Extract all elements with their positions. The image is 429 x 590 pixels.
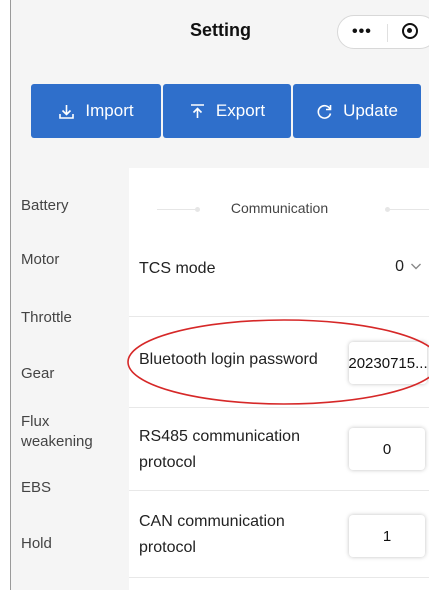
rs485-label-line2: protocol — [139, 454, 196, 471]
tcs-mode-label: TCS mode — [139, 260, 216, 277]
chevron-down-icon[interactable] — [410, 259, 422, 273]
export-button[interactable]: Export — [163, 84, 291, 138]
capsule-divider — [387, 24, 388, 42]
upload-icon — [190, 103, 204, 118]
sidebar-item-throttle[interactable]: Throttle — [21, 308, 72, 328]
can-label-line2: protocol — [139, 539, 196, 556]
rs485-protocol-label: RS485 communication protocol — [139, 426, 300, 474]
settings-content: Communication TCS mode 0 Bluetooth login… — [129, 168, 429, 590]
sidebar-item-flux-weakening[interactable]: Flux weakening — [21, 412, 93, 452]
import-label: Import — [85, 101, 134, 120]
sidebar-item-battery[interactable]: Battery — [21, 196, 69, 216]
more-dots-icon[interactable]: ••• — [352, 23, 372, 41]
rs485-protocol-input[interactable]: 0 — [349, 428, 425, 470]
title-bar: Setting ••• — [11, 0, 429, 64]
rs485-label-line1: RS485 communication — [139, 428, 300, 445]
sidebar-item-ebs[interactable]: EBS — [21, 478, 51, 498]
category-sidebar: Battery Motor Throttle Gear Flux weakeni… — [11, 168, 129, 590]
can-protocol-label: CAN communication protocol — [139, 511, 285, 559]
sidebar-item-flux-line2: weakening — [21, 433, 93, 450]
sidebar-item-gear[interactable]: Gear — [21, 364, 54, 384]
download-icon — [59, 104, 75, 119]
section-divider-right — [389, 209, 429, 210]
can-protocol-row: CAN communication protocol 1 — [129, 491, 429, 578]
sidebar-item-hold[interactable]: Hold — [21, 534, 52, 554]
refresh-icon — [317, 104, 332, 119]
bluetooth-password-label: Bluetooth login password — [139, 351, 318, 368]
bluetooth-password-input[interactable]: 20230715... — [349, 342, 427, 384]
action-bar: Import Export Update — [11, 64, 429, 168]
import-button[interactable]: Import — [31, 84, 161, 138]
update-label: Update — [343, 101, 398, 120]
export-label: Export — [215, 101, 266, 120]
mini-program-capsule: ••• — [337, 15, 429, 49]
rs485-protocol-row: RS485 communication protocol 0 — [129, 408, 429, 491]
bluetooth-password-row: Bluetooth login password 20230715... — [129, 317, 429, 408]
can-label-line1: CAN communication — [139, 513, 285, 530]
sidebar-item-motor[interactable]: Motor — [21, 250, 59, 270]
tcs-mode-row[interactable]: TCS mode — [129, 228, 429, 317]
can-protocol-input[interactable]: 1 — [349, 515, 425, 557]
tcs-mode-value[interactable]: 0 — [395, 258, 404, 276]
settings-screen: Setting ••• Import Export Update Battery… — [10, 0, 429, 590]
sidebar-item-flux-line1: Flux — [21, 413, 50, 430]
section-title: Communication — [230, 200, 329, 216]
update-button[interactable]: Update — [293, 84, 421, 138]
target-icon[interactable] — [402, 23, 418, 39]
